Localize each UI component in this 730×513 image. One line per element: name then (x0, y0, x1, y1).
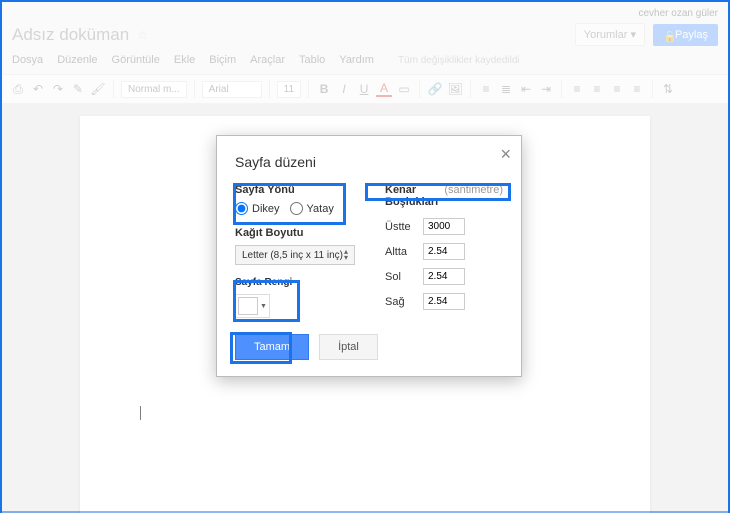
margin-bottom-label: Altta (385, 246, 415, 258)
margins-unit: (santimetre) (444, 184, 503, 208)
dialog-title: Sayfa düzeni (235, 154, 503, 170)
paper-size-select[interactable]: Letter (8,5 inç x 11 inç) ▴▾ (235, 245, 355, 265)
margin-top-input[interactable] (423, 218, 465, 235)
modal-overlay: × Sayfa düzeni Sayfa Yönü Dikey Yatay Ka… (2, 2, 728, 511)
margin-left-label: Sol (385, 271, 415, 283)
chevron-down-icon: ▼ (260, 303, 267, 310)
margin-bottom-input[interactable] (423, 243, 465, 260)
orientation-portrait-radio[interactable]: Dikey (235, 202, 280, 215)
landscape-radio-input[interactable] (290, 202, 303, 215)
margin-right-label: Sağ (385, 296, 415, 308)
margin-top-label: Üstte (385, 221, 415, 233)
page-color-picker[interactable]: ▼ (235, 294, 270, 318)
page-setup-dialog: × Sayfa düzeni Sayfa Yönü Dikey Yatay Ka… (216, 135, 522, 377)
stepper-icon: ▴▾ (344, 249, 348, 261)
paper-size-label: Kağıt Boyutu (235, 227, 365, 239)
margin-left-input[interactable] (423, 268, 465, 285)
cancel-button[interactable]: İptal (319, 334, 378, 360)
margins-label: Kenar Boşlukları (385, 184, 440, 208)
margin-right-input[interactable] (423, 293, 465, 310)
orientation-landscape-radio[interactable]: Yatay (290, 202, 334, 215)
page-color-label: Sayfa Rengi (235, 277, 365, 288)
close-icon[interactable]: × (500, 144, 511, 165)
orientation-label: Sayfa Yönü (235, 184, 365, 196)
ok-button[interactable]: Tamam (235, 334, 309, 360)
color-swatch (238, 297, 258, 315)
portrait-radio-input[interactable] (235, 202, 248, 215)
